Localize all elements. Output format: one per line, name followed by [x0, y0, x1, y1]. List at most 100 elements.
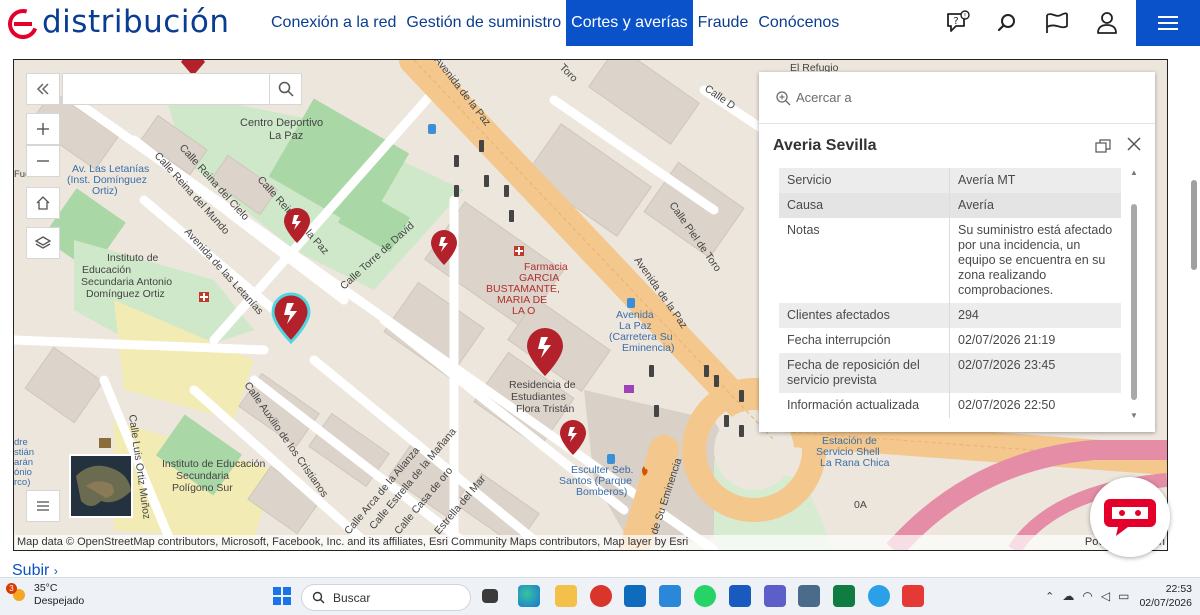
start-icon[interactable] [271, 585, 293, 607]
flag-icon[interactable] [1032, 0, 1082, 46]
pharmacy-icon [514, 246, 524, 256]
hospital-icon [199, 292, 209, 302]
red-app-icon[interactable] [902, 585, 924, 607]
field-key: Notas [779, 218, 950, 303]
weather-widget[interactable]: 3 35°C Despejado [6, 582, 84, 608]
library-icon [99, 438, 111, 448]
app-icon[interactable] [798, 585, 820, 607]
wifi-icon[interactable]: ◠ [1082, 589, 1092, 603]
table-row: Causa Avería [779, 193, 1121, 218]
taskbar-search-label: Buscar [333, 590, 371, 605]
bus-stop-icon [428, 124, 436, 134]
svg-text:?: ? [953, 16, 958, 27]
nav-conocenos[interactable]: Conócenos [753, 0, 844, 46]
popup-scrollbar[interactable]: ▲ ▼ [1129, 168, 1139, 420]
chevron-up-icon[interactable]: ⌃ [1045, 590, 1054, 603]
time: 22:53 [1165, 583, 1192, 595]
menu-icon[interactable] [1136, 0, 1200, 46]
search-icon [312, 591, 325, 604]
weather-badge: 3 [6, 583, 17, 594]
battery-icon[interactable]: ▭ [1118, 589, 1129, 603]
field-value: Su suministro está afectado por una inci… [958, 223, 1113, 297]
map-search [62, 73, 302, 105]
site-header: distribución Conexión a la red Gestión d… [0, 0, 1200, 46]
chat-assistant-button[interactable] [1090, 477, 1170, 557]
field-key: Clientes afectados [779, 303, 950, 328]
popup-attribute-table: Servicio Avería MT Causa Avería Notas Su su… [779, 168, 1121, 420]
main-nav: Conexión a la red Gestión de suministro … [266, 0, 844, 46]
outlook-icon[interactable] [624, 585, 646, 607]
popup-title: Averia Sevilla [773, 137, 877, 154]
excel-icon[interactable] [833, 585, 855, 607]
header-icons: ?! [932, 0, 1200, 46]
legend-list-icon[interactable] [26, 490, 60, 522]
collapse-panel-button[interactable] [26, 73, 60, 105]
volume-icon[interactable]: ◁ [1101, 589, 1110, 603]
file-explorer-icon[interactable] [555, 585, 577, 607]
task-view-icon[interactable] [482, 589, 498, 603]
popup-header: Averia Sevilla [759, 124, 1155, 168]
field-value: 02/07/2026 22:50 [958, 398, 1056, 412]
table-row: Servicio Avería MT [779, 168, 1121, 193]
close-icon[interactable] [1127, 137, 1141, 156]
bus-stop-icon [607, 454, 615, 464]
help-app-icon[interactable] [868, 585, 890, 607]
field-key: Información actualizada [779, 393, 950, 418]
field-key: Fecha de reposición del servicio previst… [779, 353, 950, 393]
taskbar-search[interactable]: Buscar [301, 584, 471, 611]
scroll-up-icon[interactable]: ▲ [1130, 168, 1138, 177]
zoom-to-icon [776, 90, 791, 105]
label-centro-deportivo-1: Centro Deportivo [240, 117, 323, 129]
logo-e-icon [6, 5, 40, 39]
user-icon[interactable] [1082, 0, 1132, 46]
zoom-to-label: Acercar a [796, 90, 852, 105]
field-value: 02/07/2026 23:45 [958, 358, 1056, 372]
zoom-out-button[interactable] [26, 145, 60, 177]
bus-stop-icon [627, 298, 635, 308]
nav-fraude[interactable]: Fraude [693, 0, 754, 46]
nav-gestion[interactable]: Gestión de suministro [401, 0, 566, 46]
chat-bubble-icon [1104, 499, 1156, 536]
logo[interactable]: distribución [6, 2, 230, 42]
table-row: Fecha de reposición del servicio previst… [779, 353, 1121, 393]
word-icon[interactable] [729, 585, 751, 607]
brand-name: distribución [42, 4, 230, 40]
field-key: Causa [779, 193, 950, 218]
table-row: Información actualizada 02/07/2026 22:50 [779, 393, 1121, 418]
nav-cortes-averias[interactable]: Cortes y averías [566, 0, 693, 46]
table-row: Notas Su suministro está afectado por una… [779, 218, 1121, 303]
home-icon[interactable] [26, 187, 60, 219]
help-chat-icon[interactable]: ?! [932, 0, 982, 46]
calculator-icon[interactable] [659, 585, 681, 607]
edge-icon[interactable] [518, 585, 540, 607]
acrobat-icon[interactable] [590, 585, 612, 607]
overview-map-thumbnail[interactable] [69, 454, 133, 518]
map-search-input[interactable] [63, 74, 269, 104]
search-icon[interactable] [982, 0, 1032, 46]
whatsapp-icon[interactable] [694, 585, 716, 607]
teams-icon[interactable] [764, 585, 786, 607]
clock[interactable]: 22:53 02/07/2026 [1139, 582, 1192, 610]
table-row: Clientes afectados 294 [779, 303, 1121, 328]
field-key: Servicio [779, 168, 950, 193]
page-scrollbar[interactable] [1191, 180, 1197, 270]
scroll-thumb[interactable] [1131, 204, 1137, 400]
svg-text:Residencia deEstudiantesFlora: Residencia de Estudiantes Flora Tristán [509, 379, 576, 415]
dock-icon[interactable] [1095, 138, 1111, 159]
zoom-to-link[interactable]: Acercar a [759, 72, 1155, 124]
scroll-down-icon[interactable]: ▼ [1130, 411, 1138, 420]
nav-conexion[interactable]: Conexión a la red [266, 0, 401, 46]
layers-icon[interactable] [26, 227, 60, 259]
field-value: Avería [958, 198, 994, 212]
zoom-in-button[interactable] [26, 113, 60, 145]
system-tray: ⌃ ☁ ◠ ◁ ▭ 22:53 02/07/2026 [1045, 582, 1192, 610]
map-attribution: Map data © OpenStreetMap contributors, M… [15, 535, 1167, 550]
map-search-button[interactable] [269, 74, 301, 104]
temperature: 35°C [34, 582, 58, 594]
table-row: Fecha interrupción 02/07/2026 21:19 [779, 328, 1121, 353]
cloud-icon[interactable]: ☁ [1062, 589, 1074, 603]
sun-icon: 3 [6, 583, 28, 605]
feature-popup: Acercar a Averia Sevilla Servicio Avería … [759, 72, 1155, 432]
date: 02/07/2026 [1139, 597, 1192, 609]
windows-taskbar: 3 35°C Despejado Buscar ⌃ ☁ ◠ ◁ ▭ 22:53 … [0, 577, 1200, 615]
